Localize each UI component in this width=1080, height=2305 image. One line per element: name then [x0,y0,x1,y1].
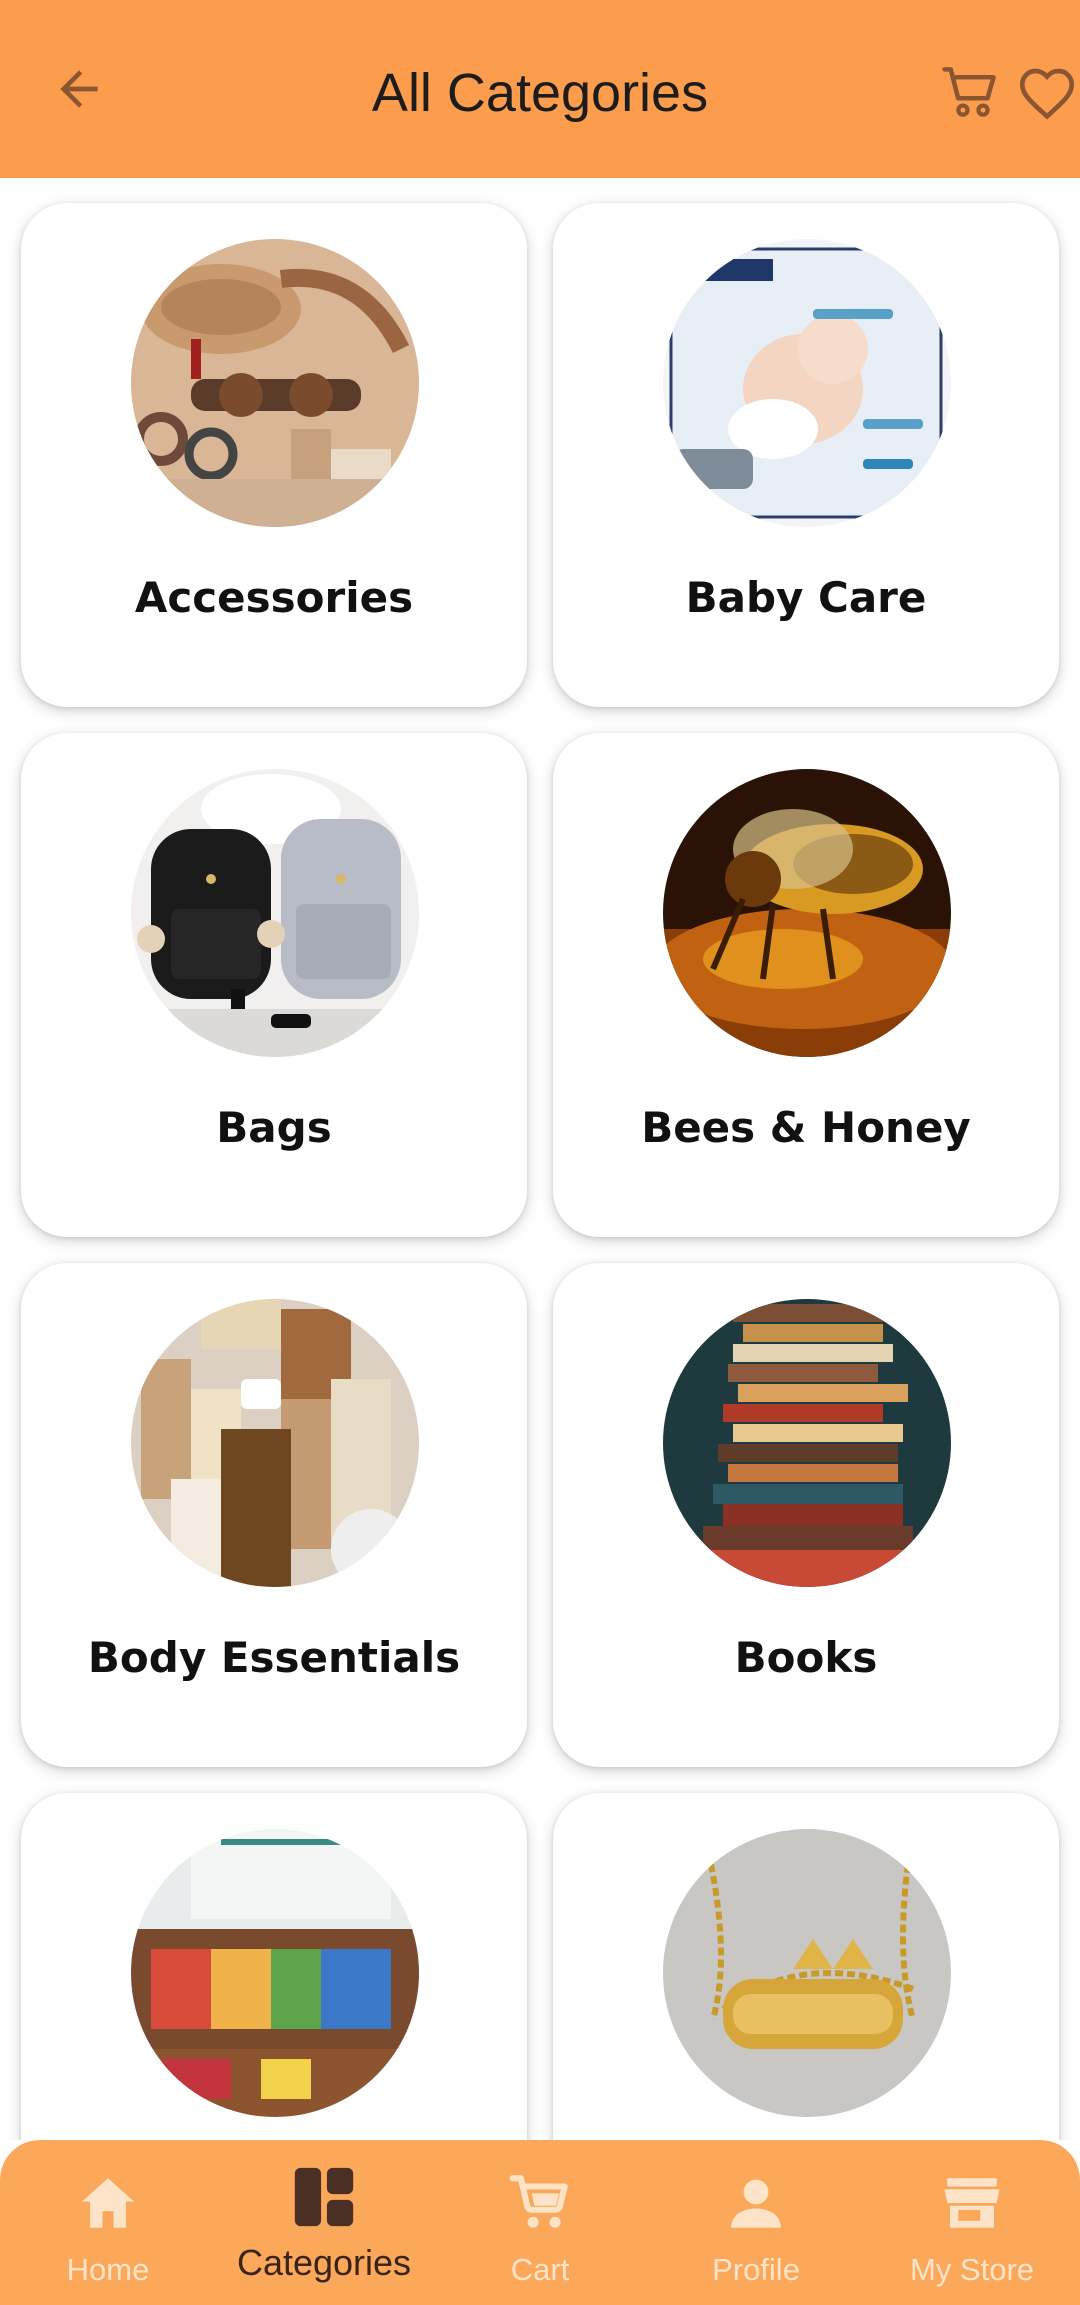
category-card-8[interactable] [553,1793,1059,2140]
category-image [663,239,951,527]
home-icon [81,2178,135,2228]
header-cart-button[interactable] [936,58,1004,126]
nav-profile[interactable]: Profile [648,2140,864,2305]
nav-label: Home [66,2252,150,2287]
category-card-accessories[interactable]: Accessories [21,203,527,707]
category-image [663,1829,951,2117]
page-title: All Categories [371,63,709,123]
nav-label: Profile [712,2252,800,2287]
cart-icon [942,67,996,117]
category-image [663,769,951,1057]
nav-label: Cart [510,2252,570,2287]
header-wishlist-button[interactable] [1014,60,1080,126]
category-image [663,1299,951,1587]
category-label: Body Essentials [87,1633,461,1682]
category-card-bags[interactable]: Bags [21,733,527,1237]
category-card-bees-honey[interactable]: Bees & Honey [553,733,1059,1237]
nav-categories[interactable]: Categories [216,2140,432,2305]
category-card-books[interactable]: Books [553,1263,1059,1767]
categories-icon [294,2167,354,2227]
nav-cart[interactable]: Cart [432,2140,648,2305]
nav-label: My Store [909,2252,1035,2287]
category-label: Bees & Honey [641,1103,971,1152]
category-card-body-essentials[interactable]: Body Essentials [21,1263,527,1767]
heart-icon [1019,68,1075,120]
store-icon [944,2178,1000,2228]
nav-label: Categories [236,2242,412,2283]
nav-my-store[interactable]: My Store [864,2140,1080,2305]
category-image [131,1299,419,1587]
category-label: Baby Care [685,573,927,622]
category-label: Books [734,1633,878,1682]
bottom-nav: Home Categories Cart Profile My Store [0,2140,1080,2305]
category-label: Accessories [134,573,414,622]
category-card-baby-care[interactable]: Baby Care [553,203,1059,707]
cart-icon [509,2175,568,2228]
category-grid: Accessories Baby Care Bags Bees & Honey … [0,178,1080,2140]
category-image [131,239,419,527]
app-bar: All Categories [0,0,1080,178]
profile-icon [731,2179,781,2228]
category-image [131,769,419,1057]
category-card-7[interactable] [21,1793,527,2140]
category-label: Bags [216,1103,332,1152]
nav-home[interactable]: Home [0,2140,216,2305]
category-image [131,1829,419,2117]
